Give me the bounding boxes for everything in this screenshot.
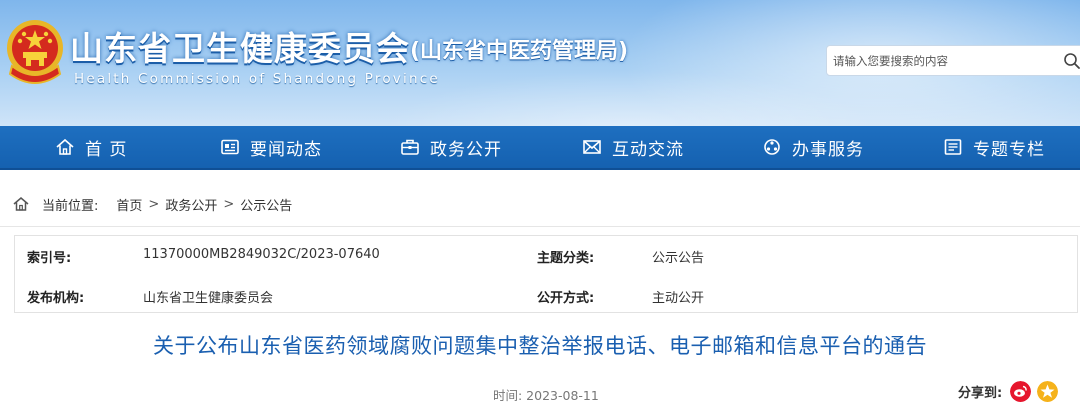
meta-disclosure-value: 主动公开 xyxy=(652,291,705,306)
nav-item-label: 要闻动态 xyxy=(250,139,322,160)
weibo-icon[interactable] xyxy=(1010,381,1032,402)
nav-item-news[interactable]: 要闻动态 xyxy=(220,126,322,168)
share-bar: 分享到: xyxy=(958,381,1059,402)
meta-index-key: 索引号: xyxy=(27,251,72,266)
breadcrumb-label: 当前位置: xyxy=(42,198,99,214)
meta-index-value: 11370000MB2849032C/2023-07640 xyxy=(143,247,380,262)
site-header-banner: 山东省卫生健康委员会 (山东省中医药管理局) Health Commission… xyxy=(0,0,1080,126)
search-input[interactable] xyxy=(833,50,1053,72)
meta-publisher-key: 发布机构: xyxy=(27,291,85,306)
briefcase-icon xyxy=(401,139,419,155)
national-emblem-icon[interactable] xyxy=(4,14,66,92)
main-navigation: 首 页 要闻动态 政务公开 互动交流 办事服务 专题专栏 xyxy=(0,126,1080,170)
site-subtitle: (山东省中医药管理局) xyxy=(410,39,629,64)
banner-decoration xyxy=(380,70,880,126)
nav-item-label: 办事服务 xyxy=(792,139,864,160)
mail-icon xyxy=(583,140,601,154)
breadcrumb-link-announcements[interactable]: 公示公告 xyxy=(240,195,292,214)
meta-category-value: 公示公告 xyxy=(652,251,705,266)
nav-item-government-affairs[interactable]: 政务公开 xyxy=(400,126,502,168)
breadcrumb-link-government-affairs[interactable]: 政务公开 xyxy=(165,195,217,214)
site-title[interactable]: 山东省卫生健康委员会 xyxy=(70,22,410,70)
service-icon xyxy=(764,139,780,155)
news-icon xyxy=(221,139,239,155)
share-label: 分享到: xyxy=(958,386,1003,401)
breadcrumb: 当前位置: 首页 > 政务公开 > 公示公告 xyxy=(12,186,292,222)
nav-item-label: 政务公开 xyxy=(430,139,502,160)
meta-publisher-value: 山东省卫生健康委员会 xyxy=(143,291,274,306)
column-icon xyxy=(944,139,962,155)
site-english-name: Health Commission of Shandong Province xyxy=(74,71,440,87)
qzone-icon[interactable] xyxy=(1037,381,1059,402)
breadcrumb-separator: > xyxy=(223,196,235,212)
breadcrumb-link-home[interactable]: 首页 xyxy=(116,195,142,214)
home-icon xyxy=(56,138,74,155)
document-meta-table: 索引号: 11370000MB2849032C/2023-07640 主题分类:… xyxy=(14,235,1078,313)
search-icon[interactable] xyxy=(1063,52,1080,70)
search-box xyxy=(826,45,1080,76)
nav-item-label: 互动交流 xyxy=(612,139,684,160)
nav-item-home[interactable]: 首 页 xyxy=(55,126,127,168)
nav-item-services[interactable]: 办事服务 xyxy=(762,126,864,168)
nav-item-label: 专题专栏 xyxy=(973,139,1045,160)
nav-item-label: 首 页 xyxy=(85,139,128,160)
publish-time: 时间: 2023-08-11 xyxy=(493,388,599,403)
meta-disclosure-key: 公开方式: xyxy=(537,291,595,306)
nav-item-special-columns[interactable]: 专题专栏 xyxy=(943,126,1045,168)
divider xyxy=(0,226,1080,227)
meta-category-key: 主题分类: xyxy=(537,251,595,266)
nav-item-interaction[interactable]: 互动交流 xyxy=(582,126,684,168)
home-icon xyxy=(13,197,29,211)
breadcrumb-separator: > xyxy=(148,196,160,212)
article-title: 关于公布山东省医药领域腐败问题集中整治举报电话、电子邮箱和信息平台的通告 xyxy=(153,334,927,358)
